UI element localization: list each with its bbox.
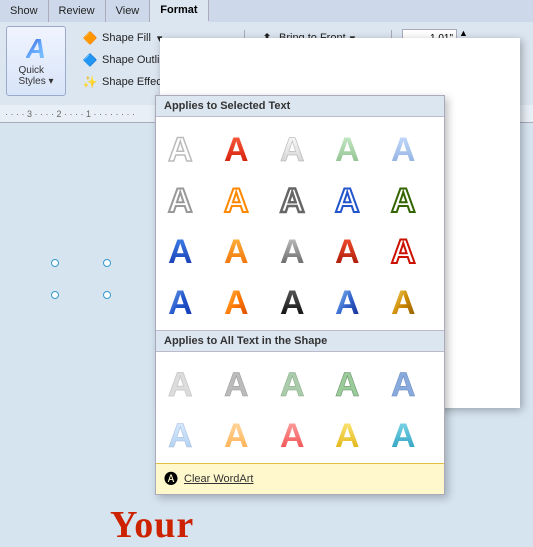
svg-text:A: A [391,233,416,269]
wordart-style-blue2[interactable]: A [329,276,377,324]
svg-text:A: A [168,182,193,218]
wordart-style-light-blue[interactable]: A [385,123,433,171]
wordart-style-outline-blue[interactable]: A [329,174,377,222]
wordart-style-red-outline[interactable]: A [385,225,433,273]
svg-text:A: A [391,131,416,167]
dropdown-section-selected: Applies to Selected Text [156,96,444,117]
wordart-style-red-grad[interactable]: A [329,225,377,273]
svg-text:A: A [280,131,305,167]
svg-text:A: A [224,131,249,167]
svg-text:A: A [391,182,416,218]
clear-wordart-icon: 🅐 [164,469,178,489]
wordart-style-light-gray[interactable]: A [274,123,322,171]
wordart-all-light-gold[interactable]: A [329,409,377,457]
wordart-style-black[interactable]: A [274,276,322,324]
svg-text:A: A [391,417,416,453]
handle-ml[interactable] [51,291,59,299]
wordart-dropdown: Applies to Selected Text A A A A A A A [155,95,445,495]
wordart-style-outline-gray[interactable]: A [162,174,210,222]
wordart-all-plain-green[interactable]: A [274,358,322,406]
svg-text:A: A [280,284,305,320]
wordart-style-gray-grad[interactable]: A [274,225,322,273]
svg-text:A: A [224,233,249,269]
svg-text:A: A [224,182,249,218]
wordart-all-plain-green2[interactable]: A [329,358,377,406]
wordart-style-red[interactable]: A [218,123,266,171]
dropdown-section-all: Applies to All Text in the Shape [156,330,444,352]
svg-text:A: A [335,417,360,453]
wordart-style-blue-grad[interactable]: A [162,225,210,273]
svg-text:A: A [280,366,305,402]
wordart-all-light-red[interactable]: A [274,409,322,457]
handle-mr[interactable] [103,291,111,299]
svg-text:A: A [168,233,193,269]
wordart-grid-2: A A A A A A A A A A [156,352,444,463]
wordart-style-gold[interactable]: A [385,276,433,324]
svg-text:A: A [391,284,416,320]
handle-tm[interactable] [103,259,111,267]
wordart-style-orange-grad[interactable]: A [218,225,266,273]
svg-text:A: A [224,417,249,453]
wordart-style-outline-green[interactable]: A [385,174,433,222]
svg-text:A: A [280,182,305,218]
svg-text:A: A [335,182,360,218]
svg-text:A: A [335,233,360,269]
svg-text:A: A [280,233,305,269]
svg-text:A: A [224,366,249,402]
wordart-all-plain-white[interactable]: A [162,358,210,406]
svg-text:A: A [335,284,360,320]
svg-text:A: A [168,284,193,320]
wordart-style-outline-orange[interactable]: A [218,174,266,222]
svg-text:A: A [168,417,193,453]
wordart-all-plain-gray[interactable]: A [218,358,266,406]
wordart-style-orange-dark[interactable]: A [218,276,266,324]
svg-text:A: A [168,131,193,167]
clear-wordart-label: Clear WordArt [184,473,253,485]
wordart-all-plain-blue[interactable]: A [385,358,433,406]
svg-text:A: A [280,417,305,453]
wordart-style-light-green[interactable]: A [329,123,377,171]
wordart-style-blue-dark[interactable]: A [162,276,210,324]
clear-wordart-button[interactable]: 🅐 Clear WordArt [156,463,444,494]
wordart-text[interactable]: Your [110,503,194,547]
handle-tl[interactable] [51,259,59,267]
wordart-style-outline-gray2[interactable]: A [274,174,322,222]
svg-text:A: A [335,131,360,167]
wordart-grid-1: A A A A A A A A A A [156,117,444,330]
wordart-all-light-blue[interactable]: A [162,409,210,457]
svg-text:A: A [391,366,416,402]
svg-text:A: A [224,284,249,320]
wordart-style-plain-white[interactable]: A [162,123,210,171]
svg-text:A: A [335,366,360,402]
svg-text:A: A [168,366,193,402]
wordart-all-teal[interactable]: A [385,409,433,457]
wordart-all-light-orange[interactable]: A [218,409,266,457]
